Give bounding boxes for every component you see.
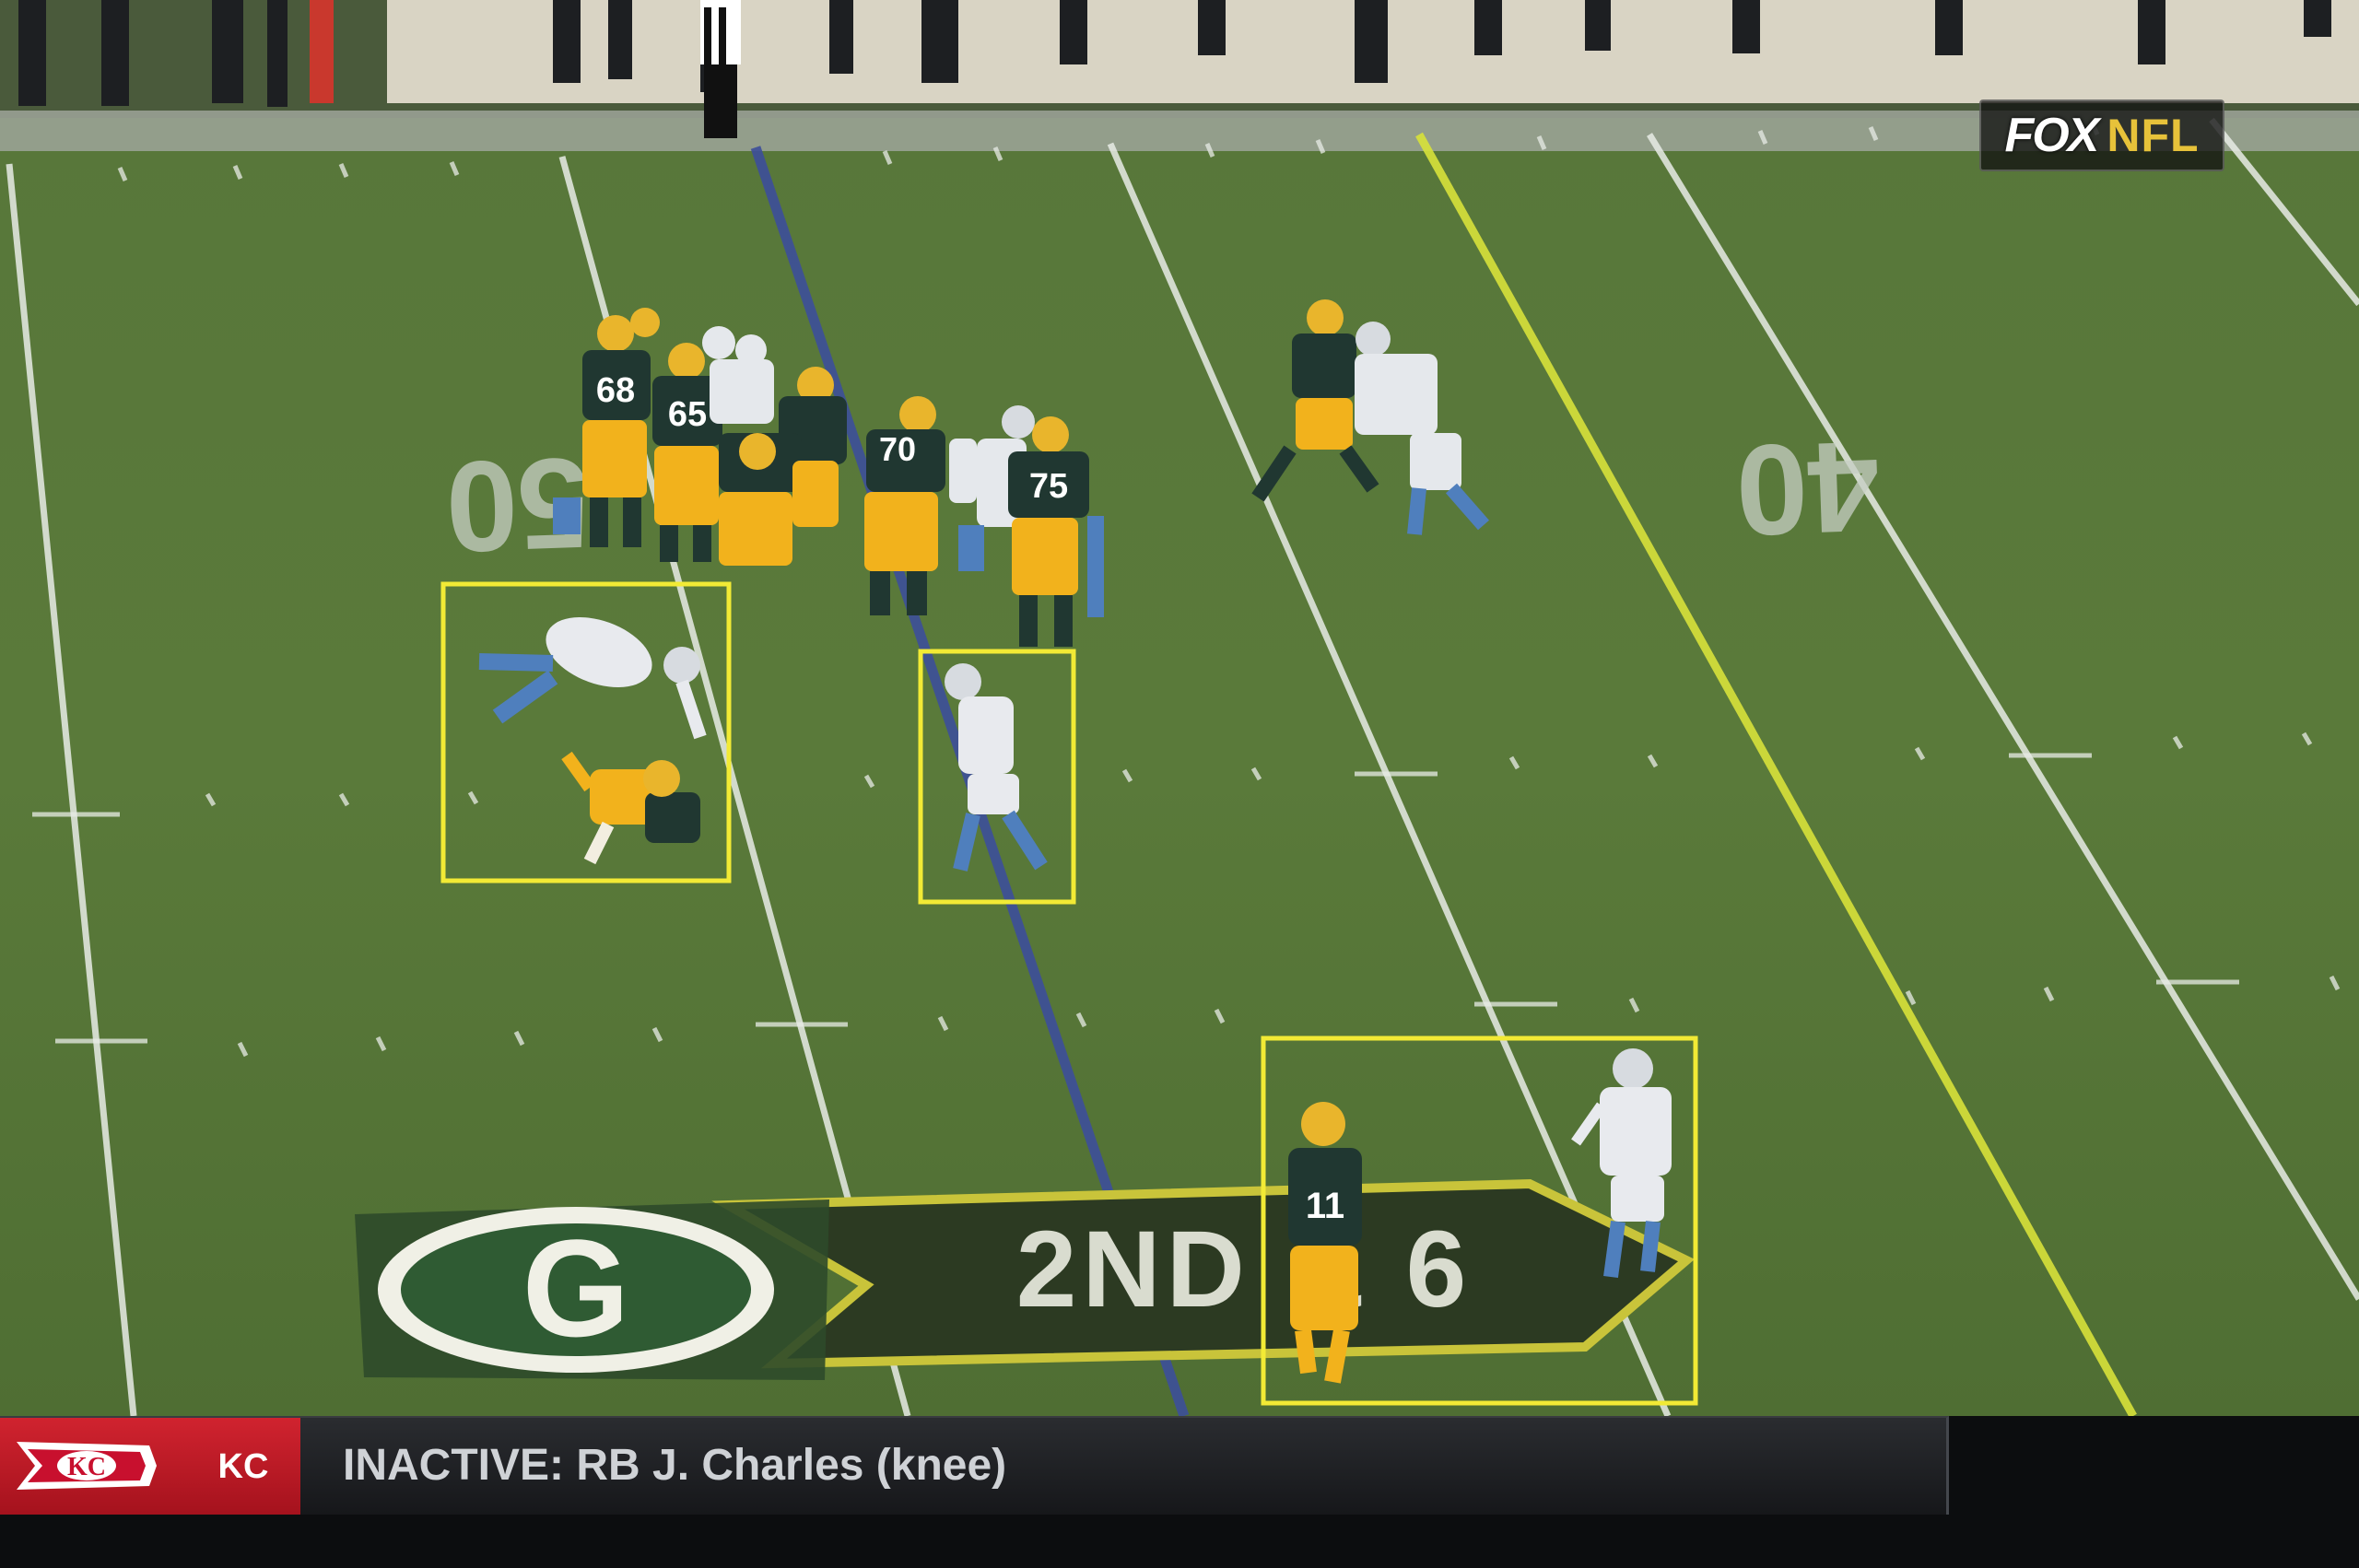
ticker-message: INACTIVE: RB J. Charles (knee) [343,1441,1007,1490]
svg-text:68: 68 [596,371,635,410]
down-distance-text: 2ND & 6 [1016,1209,1472,1330]
svg-text:G: G [522,1211,630,1365]
svg-text:70: 70 [879,430,916,468]
svg-text:65: 65 [668,395,707,434]
sideline-marker [310,0,334,103]
ticker-bar: KC KC INACTIVE: RB J. Charles (knee) [0,1416,1949,1515]
referee [700,0,741,138]
svg-text:KC: KC [67,1453,106,1481]
arrowhead-logo-icon: KC [17,1442,157,1490]
fox-logo-text: FOX [2004,109,2099,162]
fox-nfl-watermark: FOX NFL [1979,99,2224,171]
ticker-team-panel: KC KC [0,1418,300,1515]
svg-text:11: 11 [1306,1186,1344,1226]
football-broadcast-scene: 50 40 2ND & 6 G 68 65 70 75 11 [0,0,2359,1419]
ticker-team-abbr: KC [217,1447,269,1486]
green-bay-g-logo: G [355,1199,829,1380]
svg-text:75: 75 [1029,467,1068,506]
yard-number-40: 40 [1733,414,1882,563]
down-distance-decal: 2ND & 6 [711,1178,1696,1369]
nfl-logo-text: NFL [2107,110,2200,161]
news-ticker: KC KC INACTIVE: RB J. Charles (knee) [0,1416,2359,1568]
